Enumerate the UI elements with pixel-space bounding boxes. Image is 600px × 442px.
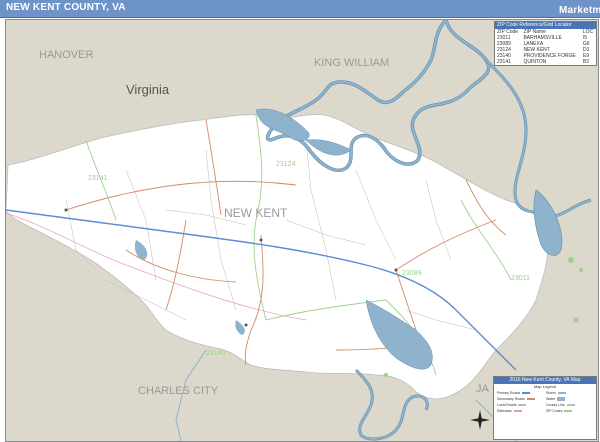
zip-name-cell: QUINTON [523,59,547,65]
legend-item: Secondary Roads [497,397,535,401]
map-frame: NEW KENT COUNTY, VA Marketmaps [0,0,600,442]
legend-item: County Line [546,403,575,407]
legend-item-label: ZIP Codes [546,409,563,413]
map-legend: 2016 New Kent County, VA Map Map Legend … [493,376,597,440]
label-hanover: HANOVER [39,49,93,61]
legend-item-label: County Line [546,403,565,407]
map-title: NEW KENT COUNTY, VA [6,2,126,13]
legend-item-label: Rivers [546,391,556,395]
zip-code-table: ZIP Code Reference/Grid Locator ZIP Code… [494,21,597,66]
zip-loc-cell: B3 [582,59,590,65]
legend-item: Railroads [497,409,522,413]
legend-item: Rivers [546,391,566,395]
legend-swatch [557,397,566,402]
legend-item-label: Railroads [497,409,512,413]
legend-swatch [526,398,535,401]
label-charles-city: CHARLES CITY [138,385,219,397]
legend-item: Primary Roads [497,391,531,395]
label-virginia: Virginia [126,82,170,97]
table-row: 23141 QUINTON B3 [495,59,596,65]
legend-item: Local Roads [497,403,527,407]
brand-logo-text: Marketmaps [559,5,600,16]
legend-subtitle: Map Legend [533,384,557,389]
zip-label: 23089 [402,270,422,277]
legend-swatch [518,404,527,407]
legend-swatch [522,392,531,395]
legend-swatch [564,410,573,413]
legend-item-label: Local Roads [497,403,517,407]
zip-label: 23141 [88,175,108,182]
legend-item-label: Secondary Roads [497,397,525,401]
legend-item-label: Primary Roads [497,391,521,395]
zip-cell: 23141 [497,59,511,65]
legend-swatch [557,392,566,395]
title-bar: NEW KENT COUNTY, VA Marketmaps [0,0,600,18]
legend-title: 2016 New Kent County, VA Map [494,377,596,384]
label-king-william: KING WILLIAM [314,57,389,69]
label-james-city: JA [476,383,490,395]
zip-table-grid: ZIP Code ZIP Name LOC 23011 BARHAMSVILLE… [495,29,596,65]
zip-label: 23011 [511,275,530,282]
zip-label: 23124 [276,161,296,168]
zip-label: 23140 [206,350,226,357]
zip-table-header: ZIP Code Reference/Grid Locator [495,22,596,29]
legend-swatch [566,404,575,407]
legend-item-label: Water [546,397,556,401]
legend-swatch [513,410,522,413]
legend-item: Water [546,397,566,402]
legend-item: ZIP Codes [546,409,573,413]
label-new-kent: NEW KENT [224,206,288,220]
